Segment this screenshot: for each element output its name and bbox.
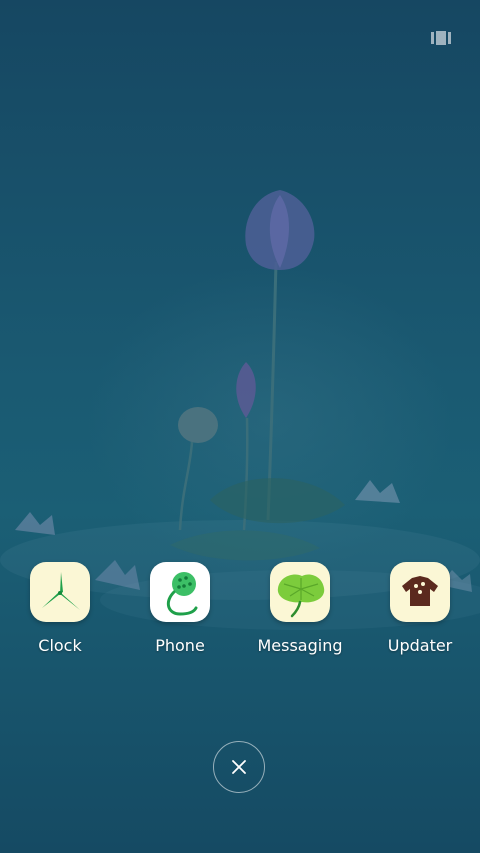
- phone-lotus-pod-icon: [150, 562, 210, 622]
- lotus-pond-wallpaper: [0, 0, 480, 853]
- clock-pinwheel-icon: [30, 562, 90, 622]
- messaging-lotus-leaf-icon: [270, 562, 330, 622]
- app-label-phone: Phone: [155, 636, 205, 655]
- app-updater[interactable]: Updater: [365, 562, 475, 662]
- app-label-updater: Updater: [387, 636, 453, 655]
- app-messaging[interactable]: Messaging: [245, 562, 355, 662]
- app-phone[interactable]: Phone: [125, 562, 235, 662]
- app-label-messaging: Messaging: [257, 636, 343, 655]
- app-label-clock: Clock: [38, 636, 82, 655]
- close-all-button[interactable]: [213, 741, 265, 793]
- updater-shirt-icon: [390, 562, 450, 622]
- app-clock[interactable]: Clock: [5, 562, 115, 662]
- recents-overview-icon[interactable]: [430, 30, 452, 46]
- recent-apps-row: Clock Phone Messaging Updater: [0, 562, 480, 662]
- close-icon: [232, 760, 246, 774]
